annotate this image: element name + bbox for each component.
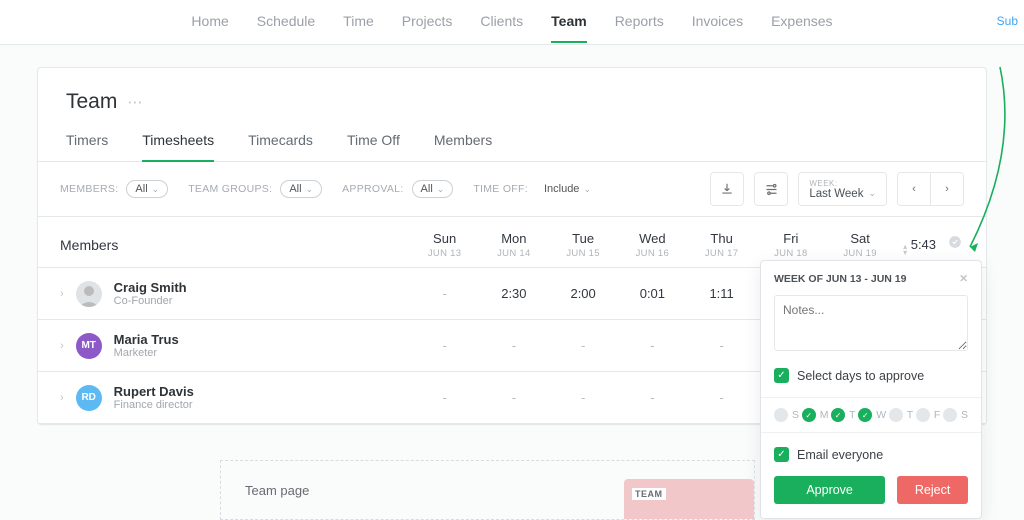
- email-label: Email everyone: [797, 448, 883, 462]
- member-role: Co-Founder: [114, 295, 187, 307]
- notes-input[interactable]: [774, 295, 968, 351]
- email-checkbox[interactable]: ✓: [774, 447, 789, 462]
- expand-icon[interactable]: ›: [60, 392, 64, 404]
- check-all-icon[interactable]: [948, 237, 962, 252]
- time-cell: -: [479, 390, 548, 405]
- member-role: Finance director: [114, 399, 194, 411]
- nav-item-time[interactable]: Time: [343, 1, 374, 43]
- time-cell: -: [687, 390, 756, 405]
- page-menu-icon[interactable]: ⋯: [127, 93, 143, 111]
- nav-item-team[interactable]: Team: [551, 1, 587, 43]
- time-cell: -: [479, 338, 548, 353]
- column-day[interactable]: TueJUN 15: [549, 231, 618, 259]
- close-icon[interactable]: ✕: [959, 273, 968, 285]
- tab-timesheets[interactable]: Timesheets: [142, 132, 214, 162]
- chevron-right-icon: ›: [945, 183, 949, 195]
- column-day[interactable]: SunJUN 13: [410, 231, 479, 259]
- time-cell: 2:30: [479, 286, 548, 301]
- filter-groups-label: TEAM GROUPS:: [188, 183, 272, 195]
- avatar: MT: [76, 333, 102, 359]
- nav-item-invoices[interactable]: Invoices: [692, 1, 743, 43]
- tab-timecards[interactable]: Timecards: [248, 132, 313, 161]
- time-cell: -: [618, 390, 687, 405]
- popover-title: WEEK OF JUN 13 - JUN 19: [774, 273, 906, 285]
- filter-groups[interactable]: All⌄: [280, 180, 322, 198]
- member-name[interactable]: Rupert Davis: [114, 384, 194, 399]
- chevron-left-icon: ‹: [912, 183, 916, 195]
- nav-item-expenses[interactable]: Expenses: [771, 1, 832, 43]
- filter-approval-label: APPROVAL:: [342, 183, 403, 195]
- member-name[interactable]: Craig Smith: [114, 280, 187, 295]
- download-button[interactable]: [710, 172, 744, 206]
- time-cell: -: [549, 338, 618, 353]
- page-title: Team: [66, 90, 117, 114]
- prev-week-button[interactable]: ‹: [897, 172, 931, 206]
- mini-heading: Team page: [245, 483, 309, 498]
- member-name[interactable]: Maria Trus: [114, 332, 179, 347]
- time-cell: -: [687, 338, 756, 353]
- subscribe-link[interactable]: Sub: [997, 14, 1018, 28]
- time-cell: -: [410, 286, 479, 301]
- column-day[interactable]: SatJUN 19: [826, 231, 895, 259]
- page-tabs: Timers Timesheets Timecards Time Off Members: [38, 114, 986, 162]
- select-days-label: Select days to approve: [797, 369, 924, 383]
- column-day[interactable]: ThuJUN 17: [687, 231, 756, 259]
- time-cell: 1:11: [687, 286, 756, 301]
- avatar: RD: [76, 385, 102, 411]
- sort-icon[interactable]: ▴▾: [903, 244, 907, 256]
- select-days-checkbox[interactable]: ✓: [774, 368, 789, 383]
- settings-button[interactable]: [754, 172, 788, 206]
- week-selector[interactable]: WEEK: Last Week⌄: [798, 172, 887, 206]
- day-toggle[interactable]: ✓W: [858, 408, 886, 422]
- filter-timeoff-label: TIME OFF:: [473, 183, 528, 195]
- filter-approval[interactable]: All⌄: [412, 180, 454, 198]
- time-cell: 0:01: [618, 286, 687, 301]
- expand-icon[interactable]: ›: [60, 288, 64, 300]
- column-day[interactable]: MonJUN 14: [479, 231, 548, 259]
- top-nav: Home Schedule Time Projects Clients Team Repor…: [191, 1, 832, 43]
- column-total: 5:43: [911, 237, 936, 252]
- tab-members[interactable]: Members: [434, 132, 492, 161]
- column-day[interactable]: FriJUN 18: [756, 231, 825, 259]
- tab-timers[interactable]: Timers: [66, 132, 108, 161]
- filter-members[interactable]: All⌄: [126, 180, 168, 198]
- day-toggle[interactable]: ✓T: [831, 408, 855, 422]
- column-day[interactable]: WedJUN 16: [618, 231, 687, 259]
- nav-item-reports[interactable]: Reports: [615, 1, 664, 43]
- next-week-button[interactable]: ›: [930, 172, 964, 206]
- approval-popover: WEEK OF JUN 13 - JUN 19 ✕ ✓ Select days …: [760, 260, 982, 519]
- day-toggle[interactable]: S: [774, 408, 799, 422]
- reject-button[interactable]: Reject: [897, 476, 968, 504]
- time-cell: 2:00: [549, 286, 618, 301]
- day-toggle[interactable]: ✓M: [802, 408, 829, 422]
- time-cell: -: [410, 390, 479, 405]
- nav-item-clients[interactable]: Clients: [480, 1, 523, 43]
- column-members[interactable]: Members: [60, 237, 410, 253]
- approve-button[interactable]: Approve: [774, 476, 885, 504]
- time-cell: -: [618, 338, 687, 353]
- tab-time-off[interactable]: Time Off: [347, 132, 400, 161]
- team-page-preview: Team page TEAM: [220, 460, 755, 520]
- filter-timeoff[interactable]: Include⌄: [536, 181, 599, 197]
- mini-badge: TEAM: [632, 488, 666, 500]
- day-toggle[interactable]: S: [943, 408, 968, 422]
- member-role: Marketer: [114, 347, 179, 359]
- time-cell: -: [549, 390, 618, 405]
- download-icon: [720, 182, 734, 196]
- filter-members-label: MEMBERS:: [60, 183, 118, 195]
- expand-icon[interactable]: ›: [60, 340, 64, 352]
- day-toggle[interactable]: T: [889, 408, 913, 422]
- nav-item-schedule[interactable]: Schedule: [257, 1, 315, 43]
- nav-item-projects[interactable]: Projects: [402, 1, 453, 43]
- nav-item-home[interactable]: Home: [191, 1, 228, 43]
- sliders-icon: [764, 182, 779, 197]
- time-cell: -: [410, 338, 479, 353]
- avatar: [76, 281, 102, 307]
- day-toggle[interactable]: F: [916, 408, 940, 422]
